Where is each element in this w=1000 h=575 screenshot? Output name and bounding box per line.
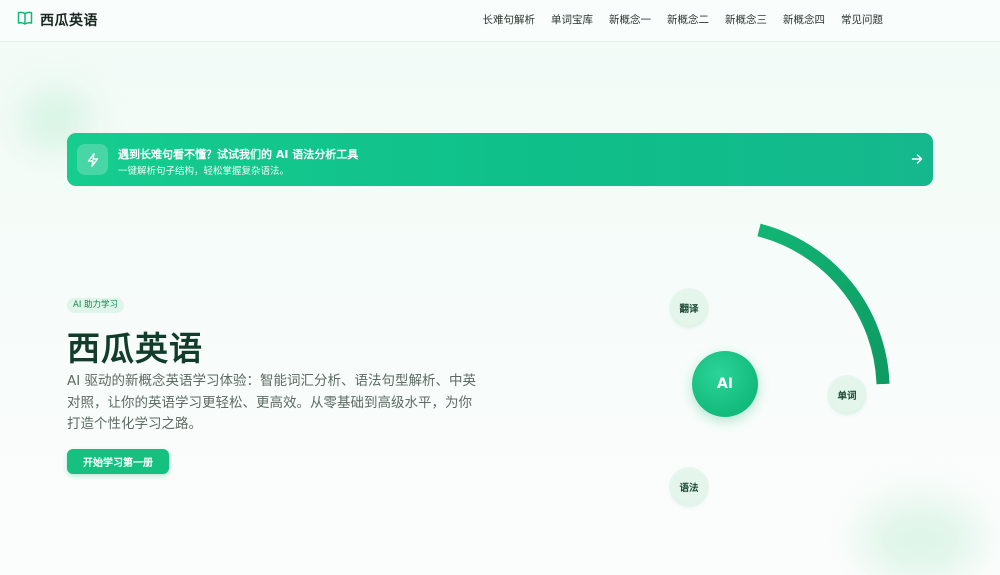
site-logo[interactable]: 西瓜英语 — [17, 10, 98, 30]
nav-link-long-sentence[interactable]: 长难句解析 — [483, 12, 536, 27]
hero-title: 西瓜英语 — [67, 329, 203, 368]
nav-link-vocabulary[interactable]: 单词宝库 — [551, 12, 593, 27]
top-navbar: 西瓜英语 长难句解析 单词宝库 新概念一 新概念二 新概念三 新概念四 常见问题 — [0, 0, 1000, 42]
lightning-icon — [77, 144, 108, 175]
translate-node[interactable]: 翻译 — [672, 291, 706, 325]
nav-link-nce-3[interactable]: 新概念三 — [725, 12, 767, 27]
logo-text: 西瓜英语 — [40, 13, 98, 29]
main-nav: 长难句解析 单词宝库 新概念一 新概念二 新概念三 新概念四 常见问题 — [483, 12, 884, 27]
ai-learning-badge: AI 助力学习 — [67, 298, 125, 313]
grammar-tool-banner[interactable]: 遇到长难句看不懂？试试我们的 AI 语法分析工具 一键解析句子结构，轻松掌握复杂… — [67, 133, 933, 186]
start-book-one-button[interactable]: 开始学习第一册 — [67, 449, 169, 474]
nav-link-nce-1[interactable]: 新概念一 — [609, 12, 651, 27]
vocabulary-node[interactable]: 单词 — [830, 378, 864, 412]
nav-link-nce-2[interactable]: 新概念二 — [667, 12, 709, 27]
background-glow-right — [860, 500, 980, 575]
grammar-node[interactable]: 语法 — [672, 470, 706, 504]
nav-link-faq[interactable]: 常见问题 — [841, 12, 883, 27]
arrow-right-icon — [911, 154, 923, 164]
ai-center-node: AI — [692, 351, 758, 417]
banner-subtitle: 一键解析句子结构，轻松掌握复杂语法。 — [118, 166, 290, 177]
banner-title: 遇到长难句看不懂？试试我们的 AI 语法分析工具 — [118, 148, 359, 161]
hero-description: AI 驱动的新概念英语学习体验：智能词汇分析、语法句型解析、中英对照，让你的英语… — [67, 373, 477, 432]
nav-link-nce-4[interactable]: 新概念四 — [783, 12, 825, 27]
open-book-icon — [17, 10, 33, 30]
